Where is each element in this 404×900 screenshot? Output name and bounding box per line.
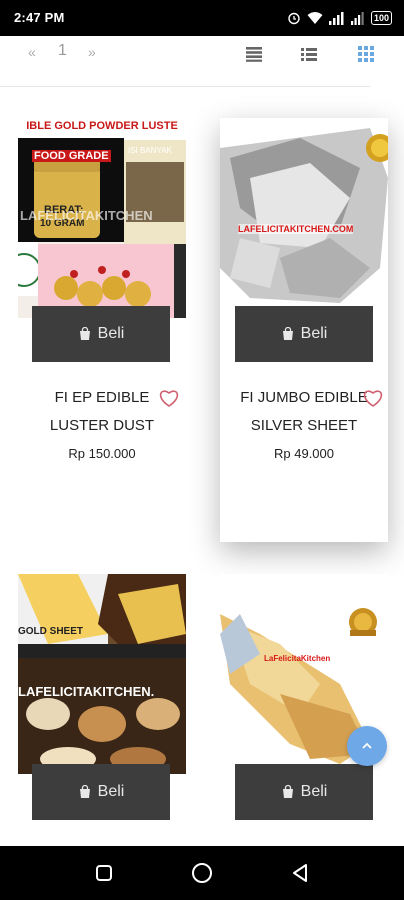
image-caption: LAFELICITAKITCHEN. <box>18 684 155 699</box>
recent-apps-icon[interactable] <box>92 861 116 885</box>
product-price: Rp 150.000 <box>68 446 136 461</box>
product-image-art <box>18 574 186 774</box>
product-image[interactable]: LAFELICITAKITCHEN.COM <box>220 118 388 308</box>
beli-button[interactable]: Beli <box>235 764 373 820</box>
beli-button[interactable]: Beli <box>235 306 373 362</box>
image-caption: FOOD GRADE <box>32 150 111 162</box>
beli-label: Beli <box>97 783 125 800</box>
image-caption: ISI BANYAK <box>128 146 172 155</box>
pager-toolbar: « 1 » <box>0 36 404 86</box>
product-card[interactable]: LaFelicitaKitchen Beli <box>220 574 388 824</box>
scroll-top-button[interactable] <box>347 726 387 766</box>
wifi-icon <box>307 12 323 24</box>
product-price: Rp 49.000 <box>274 446 334 461</box>
product-card[interactable]: LAFELICITAKITCHEN.COM Beli FI JUMBO EDIB… <box>220 118 388 542</box>
system-navigation-bar <box>0 846 404 900</box>
heart-outline-icon[interactable] <box>362 388 384 408</box>
shopping-bag-icon <box>282 785 293 798</box>
beli-label: Beli <box>97 325 125 342</box>
image-caption: LAFELICITAKITCHEN <box>20 208 153 223</box>
heart-outline-icon[interactable] <box>158 388 180 408</box>
product-name-line: SILVER SHEET <box>250 417 358 434</box>
detail-list-view-icon[interactable] <box>299 44 319 64</box>
pager-current-page[interactable]: 1 <box>58 42 67 60</box>
beli-button[interactable]: Beli <box>32 306 170 362</box>
list-view-icon[interactable] <box>244 44 264 64</box>
divider <box>0 86 370 87</box>
battery-level: 100 <box>373 13 389 23</box>
back-icon[interactable] <box>288 861 312 885</box>
shopping-bag-icon <box>79 785 90 798</box>
shopping-bag-icon <box>79 327 90 340</box>
product-card[interactable]: IBLE GOLD POWDER LUSTE FOOD GRADE BERAT:… <box>18 118 186 478</box>
status-bar: 2:47 PM 100 <box>0 0 404 36</box>
shopping-bag-icon <box>282 327 293 340</box>
status-time: 2:47 PM <box>14 10 65 25</box>
image-caption: IBLE GOLD POWDER LUSTE <box>26 120 178 132</box>
product-card[interactable]: GOLD SHEET LAFELICITAKITCHEN. Beli <box>18 574 186 824</box>
beli-button[interactable]: Beli <box>32 764 170 820</box>
image-caption: GOLD SHEET <box>18 626 84 637</box>
image-caption: LAFELICITAKITCHEN.COM <box>238 224 354 234</box>
product-image[interactable]: IBLE GOLD POWDER LUSTE FOOD GRADE BERAT:… <box>18 118 186 318</box>
chevron-up-icon <box>362 742 372 749</box>
signal-icon <box>328 12 344 25</box>
pager-next-button[interactable]: » <box>88 44 96 60</box>
product-name-line: LUSTER DUST <box>49 417 155 434</box>
product-image[interactable]: GOLD SHEET LAFELICITAKITCHEN. <box>18 574 186 774</box>
grid-view-icon[interactable] <box>356 44 376 64</box>
product-image-art <box>220 118 388 308</box>
signal-icon-2 <box>350 12 364 25</box>
home-icon[interactable] <box>190 861 214 885</box>
status-icons: 100 <box>287 8 392 28</box>
pager-prev-button[interactable]: « <box>28 44 36 60</box>
battery-icon: 100 <box>370 11 392 25</box>
image-caption: LaFelicitaKitchen <box>264 654 331 663</box>
alarm-icon <box>288 12 300 25</box>
beli-label: Beli <box>300 325 328 342</box>
beli-label: Beli <box>300 783 328 800</box>
